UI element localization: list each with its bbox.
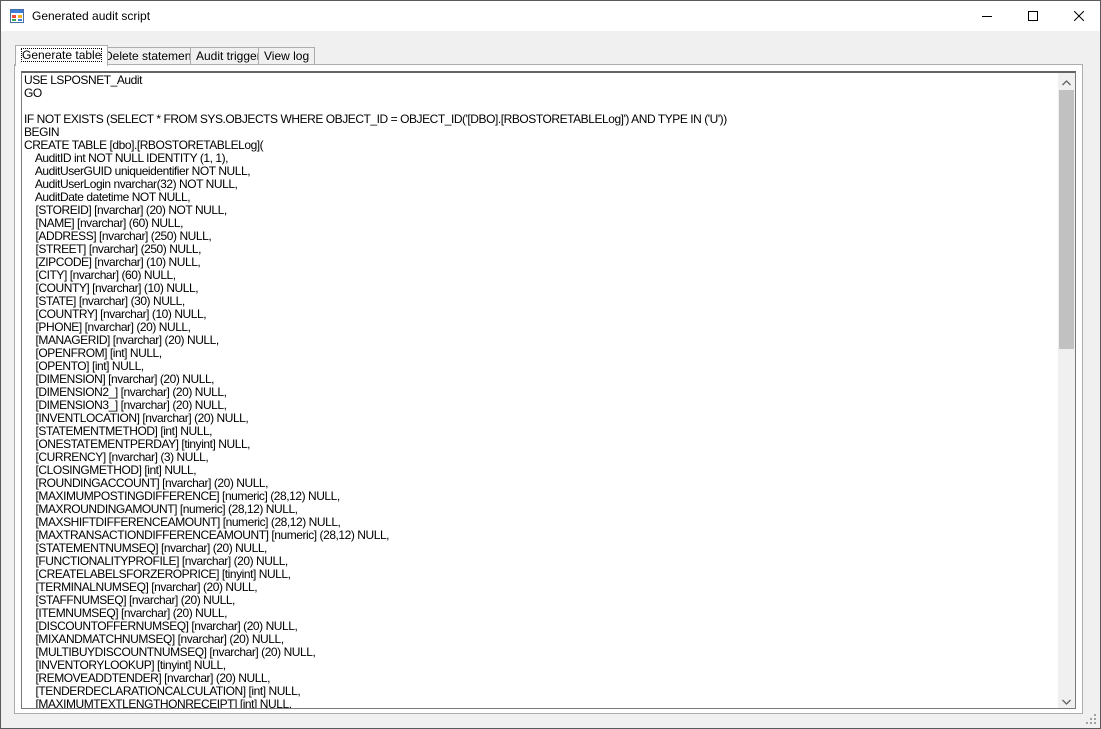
tab-delete-statement[interactable]: Delete statement [98, 47, 201, 64]
tab-label: View log [264, 49, 310, 63]
tab-label: Delete statement [104, 49, 195, 63]
minimize-button[interactable] [964, 1, 1010, 31]
scroll-down-button[interactable] [1058, 692, 1075, 708]
window-title: Generated audit script [32, 9, 151, 23]
maximize-button[interactable] [1010, 1, 1056, 31]
app-form-icon [10, 9, 24, 23]
close-icon [1074, 11, 1084, 21]
tab-generate-table[interactable]: Generate table [15, 45, 109, 66]
script-textbox[interactable]: USE LSPOSNET_Audit GO IF NOT EXISTS (SEL… [21, 71, 1076, 709]
resize-grip-icon[interactable] [1085, 713, 1097, 725]
scroll-up-button[interactable] [1058, 73, 1075, 90]
app-window: Generated audit script Generate table De… [0, 0, 1101, 729]
maximize-icon [1028, 11, 1038, 21]
vertical-scrollbar[interactable] [1058, 73, 1075, 708]
tab-label: Generate table [21, 48, 103, 62]
minimize-icon [982, 11, 992, 21]
chevron-down-icon [1062, 694, 1071, 708]
close-button[interactable] [1056, 1, 1101, 31]
chevron-up-icon [1062, 75, 1071, 89]
title-bar[interactable]: Generated audit script [1, 1, 1100, 31]
tab-label: Audit trigger [196, 49, 261, 63]
tab-view-log[interactable]: View log [258, 47, 316, 64]
scroll-thumb[interactable] [1059, 90, 1074, 349]
tab-audit-trigger[interactable]: Audit trigger [190, 47, 267, 64]
tab-panel-generate-table: USE LSPOSNET_Audit GO IF NOT EXISTS (SEL… [14, 64, 1083, 714]
script-text[interactable]: USE LSPOSNET_Audit GO IF NOT EXISTS (SEL… [24, 74, 1060, 709]
